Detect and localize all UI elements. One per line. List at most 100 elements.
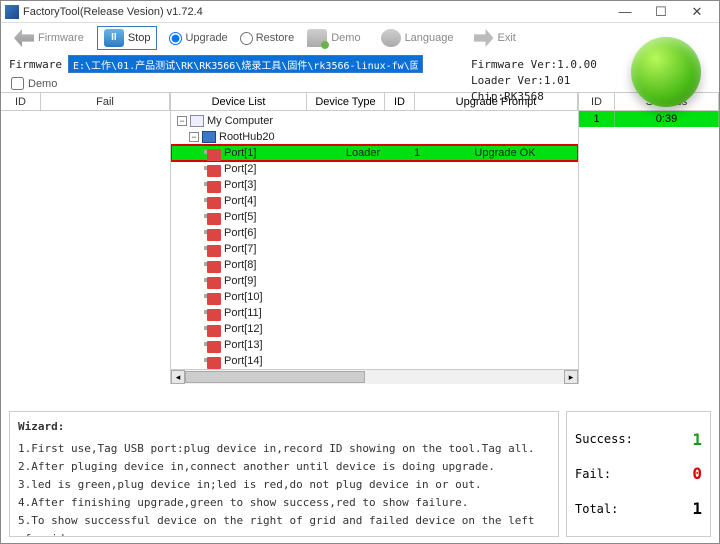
tree-port[interactable]: Port[2]	[171, 161, 578, 177]
close-button[interactable]: ✕	[679, 2, 715, 22]
tree-port[interactable]: Port[10]	[171, 289, 578, 305]
port-label: Port[2]	[224, 163, 256, 175]
demo-label: Demo	[331, 32, 360, 44]
tree-port[interactable]: Port[8]	[171, 257, 578, 273]
collapse-icon[interactable]: −	[189, 132, 199, 142]
stop-button[interactable]: II Stop	[97, 26, 158, 50]
wizard-line: 2.After pluging device in,connect anothe…	[18, 458, 550, 476]
firmware-path-input[interactable]	[68, 55, 423, 73]
language-button[interactable]: Language	[374, 26, 461, 50]
stats-total-value: 1	[692, 499, 702, 518]
stats-panel: Success:1 Fail:0 Total:1	[566, 411, 711, 537]
tree-port[interactable]: Port[11]	[171, 305, 578, 321]
stats-success-label: Success:	[575, 432, 633, 446]
port-label: Port[12]	[224, 323, 263, 335]
big-green-button[interactable]	[631, 37, 701, 107]
usb-icon	[207, 229, 221, 241]
computer-icon	[190, 115, 204, 127]
hub-icon	[202, 131, 216, 143]
tree-port[interactable]: Port[9]	[171, 273, 578, 289]
port-label: Port[11]	[224, 307, 262, 319]
upgrade-radio[interactable]: Upgrade	[169, 32, 227, 45]
usb-icon	[207, 309, 221, 321]
fail-header: Fail	[41, 93, 170, 110]
stats-fail-label: Fail:	[575, 467, 611, 481]
demo-checkbox[interactable]	[11, 77, 24, 90]
device-tree[interactable]: −My Computer −RootHub20 Port[1]Loader1Up…	[171, 111, 578, 369]
scroll-thumb[interactable]	[185, 371, 365, 383]
success-grid: ID Success 10:39	[579, 93, 719, 384]
usb-icon	[207, 277, 221, 289]
tree-root-label: My Computer	[207, 115, 273, 127]
usb-icon	[207, 245, 221, 257]
tree-port[interactable]: Port[14]	[171, 353, 578, 369]
port-label: Port[10]	[224, 291, 263, 303]
port-label: Port[1]	[224, 147, 324, 159]
scroll-left-button[interactable]: ◂	[171, 370, 185, 384]
exit-button[interactable]: Exit	[467, 26, 523, 50]
usb-icon	[207, 213, 221, 225]
window-title: FactoryTool(Release Vesion) v1.72.4	[23, 6, 607, 18]
usb-icon	[207, 181, 221, 193]
port-label: Port[6]	[224, 227, 256, 239]
mode-radio-group: Upgrade Restore	[169, 32, 294, 45]
tree-port[interactable]: Port[4]	[171, 193, 578, 209]
wizard-line: 1.First use,Tag USB port:plug device in,…	[18, 440, 550, 458]
port-label: Port[9]	[224, 275, 256, 287]
upgrade-prompt-header: Upgrade Prompt	[415, 93, 578, 110]
port-id: 1	[402, 147, 432, 159]
tree-hub[interactable]: −RootHub20	[171, 129, 578, 145]
usb-icon	[207, 325, 221, 337]
device-type-header: Device Type	[307, 93, 385, 110]
stats-success-value: 1	[692, 430, 702, 449]
tree-root[interactable]: − My Computer	[171, 113, 578, 129]
restore-radio[interactable]: Restore	[240, 32, 295, 45]
firmware-icon	[14, 29, 34, 47]
port-label: Port[4]	[224, 195, 256, 207]
toolbar: Firmware II Stop Upgrade Restore Demo Lan…	[1, 23, 719, 53]
firmware-version: Firmware Ver:1.0.00	[471, 57, 597, 73]
pause-icon: II	[104, 29, 124, 47]
port-label: Port[3]	[224, 179, 256, 191]
loader-version: Loader Ver:1.01	[471, 73, 597, 89]
collapse-icon[interactable]: −	[177, 116, 187, 126]
usb-icon	[207, 149, 221, 161]
port-type: Loader	[324, 147, 402, 159]
tree-port[interactable]: Port[1]Loader1Upgrade OK	[171, 145, 578, 161]
scroll-right-button[interactable]: ▸	[564, 370, 578, 384]
stats-fail-value: 0	[692, 464, 702, 483]
tree-port[interactable]: Port[3]	[171, 177, 578, 193]
wizard-panel: Wizard: 1.First use,Tag USB port:plug de…	[9, 411, 559, 537]
tree-port[interactable]: Port[12]	[171, 321, 578, 337]
maximize-button[interactable]: ☐	[643, 2, 679, 22]
exit-label: Exit	[498, 32, 516, 44]
language-label: Language	[405, 32, 454, 44]
port-label: Port[7]	[224, 243, 256, 255]
demo-checkbox-row: Demo	[1, 75, 719, 92]
usb-icon	[207, 357, 221, 369]
usb-icon	[207, 165, 221, 177]
tree-port[interactable]: Port[7]	[171, 241, 578, 257]
firmware-path-label: Firmware	[9, 58, 62, 71]
main-area: ID Fail Device List Device Type ID Upgra…	[1, 92, 719, 384]
usb-icon	[207, 341, 221, 353]
stop-label: Stop	[128, 32, 151, 44]
port-label: Port[5]	[224, 211, 256, 223]
device-id-header: ID	[385, 93, 415, 110]
port-prompt: Upgrade OK	[432, 147, 578, 159]
minimize-button[interactable]: —	[607, 2, 643, 22]
exit-icon	[474, 29, 494, 47]
wizard-title: Wizard:	[18, 418, 550, 436]
success-row[interactable]: 10:39	[579, 111, 719, 127]
app-icon	[5, 5, 19, 19]
tree-port[interactable]: Port[13]	[171, 337, 578, 353]
usb-icon	[207, 261, 221, 273]
tree-port[interactable]: Port[5]	[171, 209, 578, 225]
device-tree-panel: Device List Device Type ID Upgrade Promp…	[171, 93, 579, 384]
horizontal-scrollbar[interactable]: ◂ ▸	[171, 369, 578, 384]
globe-icon	[381, 29, 401, 47]
demo-button[interactable]: Demo	[300, 26, 367, 50]
firmware-button[interactable]: Firmware	[7, 26, 91, 50]
usb-icon	[207, 293, 221, 305]
tree-port[interactable]: Port[6]	[171, 225, 578, 241]
